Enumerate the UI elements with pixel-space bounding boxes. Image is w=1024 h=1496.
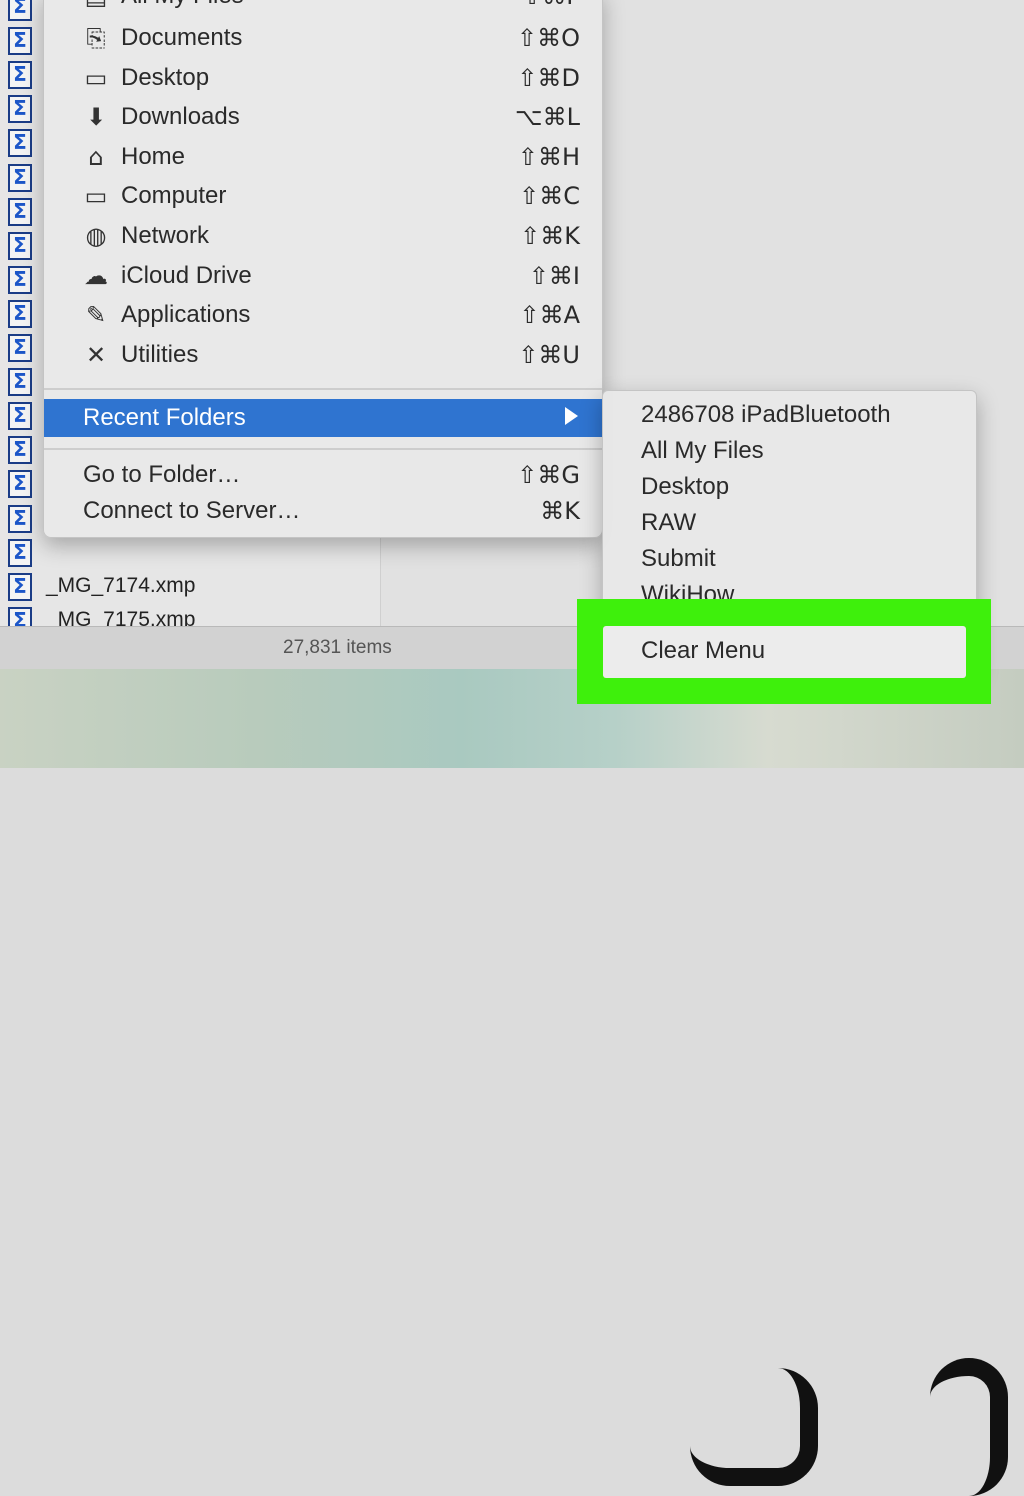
- xmp-file-icon: Σ: [8, 470, 32, 499]
- item-count: 27,831 items: [283, 637, 392, 658]
- menu-shortcut: ⇧⌘G: [517, 461, 580, 489]
- menu-shortcut: ⇧⌘F: [522, 0, 580, 10]
- menu-shortcut: ⇧⌘D: [517, 64, 580, 92]
- menu-item-connect-to-server[interactable]: Connect to Server… ⌘K: [44, 492, 602, 530]
- menu-shortcut: ⌥⌘L: [514, 103, 580, 131]
- menu-shortcut: ⇧⌘K: [520, 222, 580, 250]
- home-icon: ⌂: [88, 143, 104, 171]
- menu-item-label: All My Files: [121, 0, 244, 10]
- xmp-file-icon: Σ: [8, 299, 32, 328]
- xmp-file-icon: Σ: [8, 0, 32, 21]
- menu-item-go-to-folder[interactable]: Go to Folder… ⇧⌘G: [44, 456, 602, 494]
- all-my-files-icon: ▤: [82, 0, 110, 9]
- menu-item-label: Downloads: [121, 103, 240, 130]
- menu-item-recent-folders[interactable]: Recent Folders: [44, 399, 602, 437]
- menu-shortcut: ⌘K: [540, 497, 580, 525]
- recent-folder-item[interactable]: Submit: [641, 545, 716, 573]
- clear-menu-button[interactable]: Clear Menu: [603, 626, 966, 678]
- xmp-file-icon: Σ: [8, 402, 32, 431]
- menu-item-label: Recent Folders: [83, 404, 246, 431]
- desktop-icon: ▭: [84, 64, 108, 92]
- menu-item-computer[interactable]: ▭ Computer ⇧⌘C: [44, 177, 602, 215]
- menu-item-label: Connect to Server…: [83, 497, 301, 524]
- menu-item-label: Go to Folder…: [83, 461, 241, 488]
- xmp-file-icon: Σ: [8, 27, 32, 56]
- icloud-icon: ☁: [84, 262, 108, 290]
- menu-item-label: Computer: [121, 182, 227, 209]
- xmp-file-icon: Σ: [8, 163, 32, 192]
- menu-item-utilities[interactable]: ✕ Utilities ⇧⌘U: [44, 336, 602, 374]
- xmp-file-icon: Σ: [8, 197, 32, 226]
- menu-item-label: Desktop: [121, 64, 210, 91]
- recent-folder-item[interactable]: All My Files: [641, 437, 764, 465]
- xmp-file-icon: Σ: [8, 129, 32, 158]
- menu-item-label: Network: [121, 222, 210, 249]
- xmp-file-icon: Σ: [8, 504, 32, 533]
- go-menu: ▤ All My Files ⇧⌘F ⎘ Documents ⇧⌘O ▭ Des…: [43, 0, 603, 538]
- menu-shortcut: ⇧⌘U: [518, 341, 580, 369]
- menu-item-documents[interactable]: ⎘ Documents ⇧⌘O: [44, 19, 602, 57]
- recent-folder-item[interactable]: 2486708 iPadBluetooth: [641, 401, 891, 429]
- xmp-file-icon: Σ: [8, 265, 32, 294]
- utilities-icon: ✕: [85, 341, 107, 369]
- computer-icon: ▭: [84, 182, 108, 210]
- menu-item-applications[interactable]: ✎ Applications ⇧⌘A: [44, 296, 602, 334]
- menu-shortcut: ⇧⌘A: [519, 301, 580, 329]
- menu-item-desktop[interactable]: ▭ Desktop ⇧⌘D: [44, 59, 602, 97]
- wallpaper-shape: [690, 1368, 818, 1486]
- xmp-file-icon: Σ: [8, 436, 32, 465]
- submenu-arrow-icon: [565, 407, 578, 425]
- xmp-file-icon: Σ: [8, 368, 32, 397]
- downloads-icon: ⬇: [85, 103, 107, 131]
- applications-icon: ✎: [85, 301, 107, 329]
- xmp-file-icon: Σ: [8, 572, 32, 601]
- network-icon: ◍: [85, 222, 107, 250]
- menu-shortcut: ⇧⌘I: [528, 262, 580, 290]
- xmp-file-icon: Σ: [8, 334, 32, 362]
- xmp-file-icon: Σ: [8, 95, 32, 124]
- menu-item-icloud-drive[interactable]: ☁ iCloud Drive ⇧⌘I: [44, 257, 602, 295]
- recent-folder-item[interactable]: RAW: [641, 509, 696, 537]
- menu-shortcut: ⇧⌘H: [517, 143, 580, 171]
- menu-item-downloads[interactable]: ⬇ Downloads ⌥⌘L: [44, 98, 602, 136]
- menu-shortcut: ⇧⌘O: [517, 24, 580, 52]
- documents-icon: ⎘: [86, 24, 106, 52]
- menu-item-home[interactable]: ⌂ Home ⇧⌘H: [44, 138, 602, 176]
- xmp-file-icon: Σ: [8, 61, 32, 90]
- menu-item-all-my-files[interactable]: ▤ All My Files ⇧⌘F: [44, 0, 602, 15]
- menu-item-label: Documents: [121, 24, 243, 51]
- file-name[interactable]: _MG_7174.xmp: [46, 574, 195, 598]
- recent-folder-item[interactable]: Desktop: [641, 473, 729, 501]
- menu-separator: [44, 448, 602, 450]
- menu-item-network[interactable]: ◍ Network ⇧⌘K: [44, 217, 602, 255]
- wallpaper-shape: [930, 1358, 1008, 1496]
- menu-separator: [44, 388, 602, 390]
- xmp-file-icon: Σ: [8, 538, 32, 567]
- menu-item-label: Applications: [121, 301, 251, 328]
- xmp-file-icon: Σ: [8, 231, 32, 260]
- menu-item-label: iCloud Drive: [121, 262, 252, 289]
- menu-item-label: Utilities: [121, 341, 199, 368]
- clear-menu-label: Clear Menu: [641, 637, 766, 664]
- menu-shortcut: ⇧⌘C: [519, 182, 580, 210]
- menu-item-label: Home: [121, 143, 186, 170]
